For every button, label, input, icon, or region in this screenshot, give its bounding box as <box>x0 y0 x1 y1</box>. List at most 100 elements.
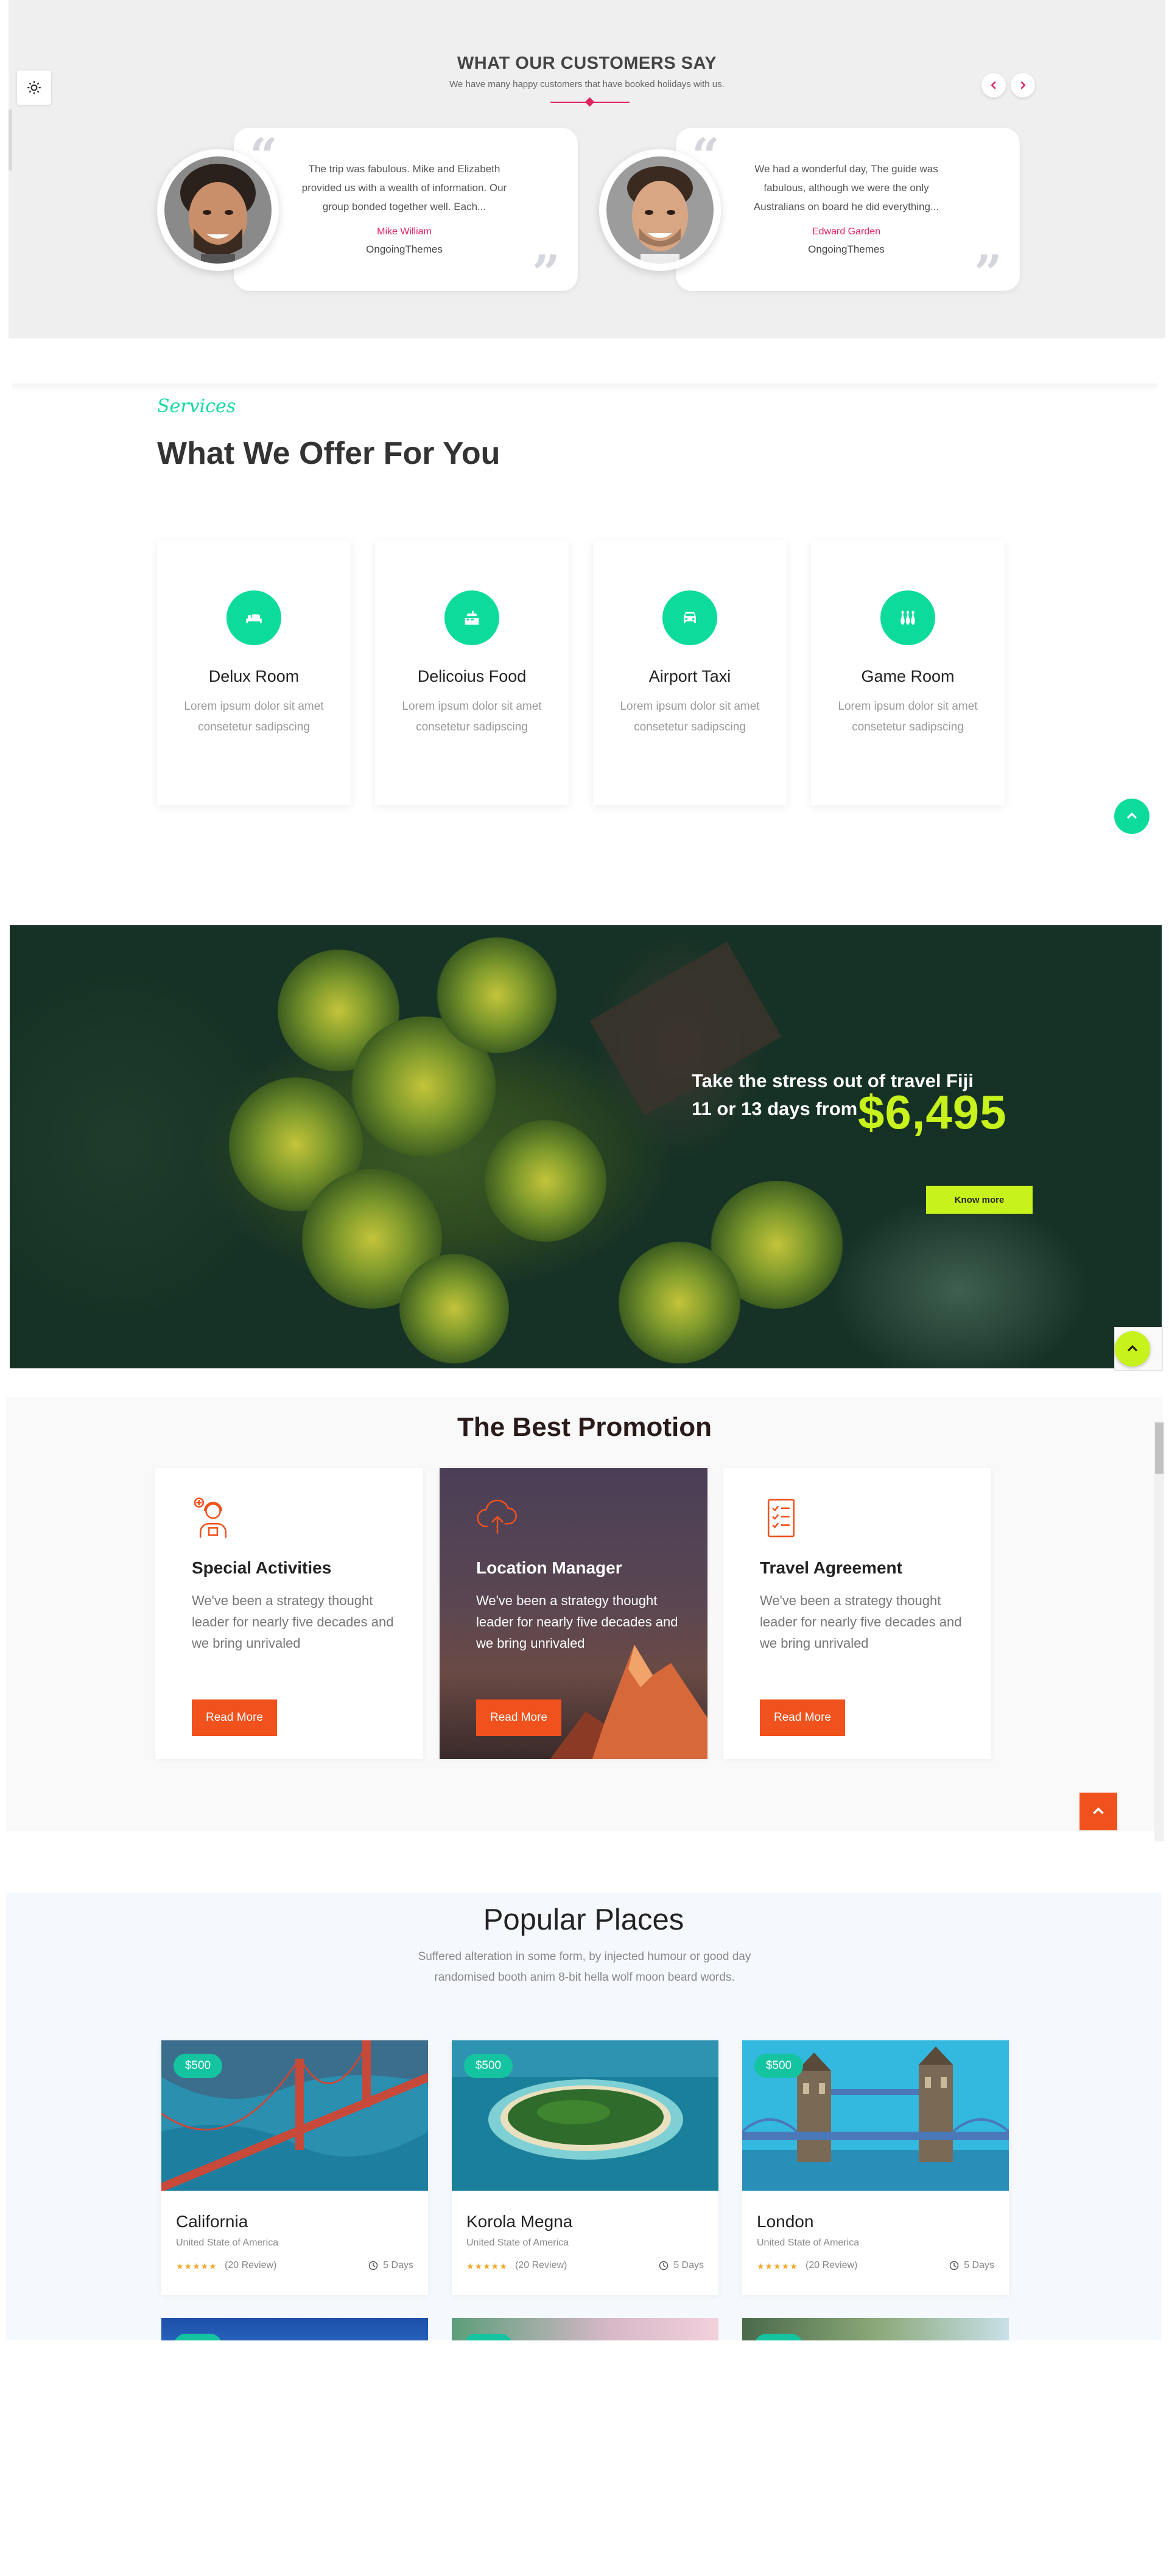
bowling-icon <box>900 611 915 625</box>
place-image: $500 <box>452 2040 718 2191</box>
price-badge: $500 <box>754 2054 803 2078</box>
scroll-top-button[interactable] <box>1114 799 1150 834</box>
service-card[interactable]: Airport Taxi Lorem ipsum dolor sit amet … <box>593 541 787 805</box>
promotion-desc: We've been a strategy thought leader for… <box>476 1593 678 1651</box>
duration-text: 5 Days <box>964 2260 994 2270</box>
testimonials-section: WHAT OUR CUSTOMERS SAY We have many happ… <box>9 0 1165 338</box>
testimonial-author: Edward Garden <box>812 226 881 237</box>
quote-close-icon: ” <box>974 244 1003 301</box>
place-location: United State of America <box>176 2238 279 2248</box>
rating-stars: ★★★★★ <box>757 2261 798 2271</box>
section-divider <box>12 383 1157 392</box>
scrollbar-track[interactable] <box>1154 1421 1164 1841</box>
place-name[interactable]: California <box>176 2212 248 2231</box>
promo-banner: Take the stress out of travel Fiji 11 or… <box>10 925 1162 1368</box>
testimonial-company: OngoingThemes <box>808 243 885 255</box>
price-badge-partial <box>174 2334 222 2340</box>
service-name: Airport Taxi <box>648 667 731 685</box>
palm-canopy <box>399 1254 509 1363</box>
service-name: Delux Room <box>208 667 300 685</box>
place-card-partial[interactable] <box>452 2318 718 2340</box>
service-card[interactable]: Game Room Lorem ipsum dolor sit amet con… <box>811 541 1005 805</box>
popular-places-section: Popular Places Suffered alteration in so… <box>6 1893 1161 2340</box>
promotion-name: Location Manager <box>476 1558 622 1577</box>
service-desc: Lorem ipsum dolor sit amet consetetur sa… <box>184 700 324 733</box>
scroll-top-button[interactable] <box>1115 1331 1150 1367</box>
price-badge-partial <box>754 2334 803 2340</box>
testimonials-title: WHAT OUR CUSTOMERS SAY <box>457 54 717 73</box>
side-tab <box>9 110 12 170</box>
service-card[interactable]: Delicoius Food Lorem ipsum dolor sit ame… <box>375 541 569 805</box>
chevron-up-icon <box>1127 1345 1138 1352</box>
bed-icon <box>246 613 262 623</box>
testimonial-text: The trip was fabulous. Mike and Elizabet… <box>301 163 507 212</box>
place-location: United State of America <box>757 2238 860 2248</box>
duration-text: 5 Days <box>383 2260 413 2270</box>
palm-canopy <box>485 1120 606 1242</box>
testimonial-card: “ We had a wonderful day, The guide was … <box>676 128 1020 297</box>
scroll-top-button[interactable] <box>1079 1793 1117 1830</box>
next-testimonial-button[interactable] <box>1011 73 1035 97</box>
service-icon-circle <box>880 590 935 645</box>
service-name: Delicoius Food <box>417 667 527 685</box>
place-card-partial[interactable] <box>161 2318 428 2340</box>
promotion-title: The Best Promotion <box>457 1412 712 1442</box>
palm-canopy <box>619 1242 740 1363</box>
place-card-partial[interactable] <box>742 2318 1009 2340</box>
service-desc: Lorem ipsum dolor sit amet consetetur sa… <box>838 700 978 733</box>
service-icon-circle <box>662 590 717 645</box>
chevron-up-icon <box>1093 1807 1104 1815</box>
review-count: (20 Review) <box>806 2260 858 2270</box>
chevron-right-icon <box>1020 81 1026 89</box>
trip-duration: 5 Days <box>368 2260 413 2271</box>
places-desc: Suffered alteration in some form, by inj… <box>418 1950 751 1984</box>
avatar <box>599 149 721 271</box>
price-badge-partial <box>464 2334 513 2340</box>
place-card[interactable]: $500 London United State of America ★★★★… <box>742 2040 1009 2295</box>
avatar-portrait <box>606 156 714 264</box>
scrollbar-thumb[interactable] <box>1155 1423 1164 1474</box>
testimonial-author: Mike William <box>377 226 432 237</box>
prev-testimonial-button[interactable] <box>981 73 1006 97</box>
place-location: United State of America <box>466 2238 569 2248</box>
know-more-button[interactable]: Know more <box>926 1186 1033 1214</box>
avatar-portrait <box>164 156 272 264</box>
avatar <box>157 149 279 271</box>
service-desc: Lorem ipsum dolor sit amet consetetur sa… <box>620 700 760 733</box>
read-more-button[interactable]: Read More <box>192 1699 277 1736</box>
promotion-desc: We've been a strategy thought leader for… <box>192 1593 394 1651</box>
trip-duration: 5 Days <box>659 2260 704 2271</box>
review-count: (20 Review) <box>225 2260 277 2270</box>
promotion-section: The Best Promotion Special Activities We… <box>6 1397 1163 1831</box>
testimonial-text: We had a wonderful day, The guide was fa… <box>753 163 939 212</box>
duration-text: 5 Days <box>673 2260 704 2270</box>
place-image: $500 <box>742 2040 1009 2191</box>
service-card[interactable]: Delux Room Lorem ipsum dolor sit amet co… <box>157 541 351 805</box>
promotion-desc: We've been a strategy thought leader for… <box>760 1593 962 1651</box>
services-kicker: Services <box>157 396 236 417</box>
clock-icon <box>659 2261 669 2270</box>
chevron-up-icon <box>1126 812 1137 819</box>
read-more-button[interactable]: Read More <box>476 1699 561 1736</box>
place-card[interactable]: $500 California United State of America … <box>161 2040 428 2295</box>
promotion-card: Special Activities We've been a strategy… <box>155 1468 423 1759</box>
service-desc: Lorem ipsum dolor sit amet consetetur sa… <box>402 700 542 733</box>
place-name[interactable]: London <box>757 2212 813 2231</box>
place-card[interactable]: $500 Korola Megna United State of Americ… <box>452 2040 718 2295</box>
service-name: Game Room <box>861 667 955 685</box>
testimonial-card: “ The trip was fabulous. Mike and Elizab… <box>234 128 578 297</box>
testimonial-company: OngoingThemes <box>366 243 443 255</box>
rating-stars: ★★★★★ <box>176 2261 217 2271</box>
palm-canopy <box>436 937 558 1053</box>
place-name[interactable]: Korola Megna <box>466 2212 572 2231</box>
review-count: (20 Review) <box>515 2260 567 2270</box>
read-more-button[interactable]: Read More <box>760 1699 845 1736</box>
price-badge: $500 <box>174 2054 222 2078</box>
promotion-card: Location Manager We've been a strategy t… <box>440 1468 707 1759</box>
cloud-upload-icon <box>477 1499 517 1534</box>
clock-icon <box>368 2261 378 2270</box>
promotion-card: Travel Agreement We've been a strategy t… <box>723 1468 991 1759</box>
places-title: Popular Places <box>483 1903 684 1936</box>
banner-price: $6,495 <box>858 1085 1007 1139</box>
divider-diamond <box>584 97 595 107</box>
